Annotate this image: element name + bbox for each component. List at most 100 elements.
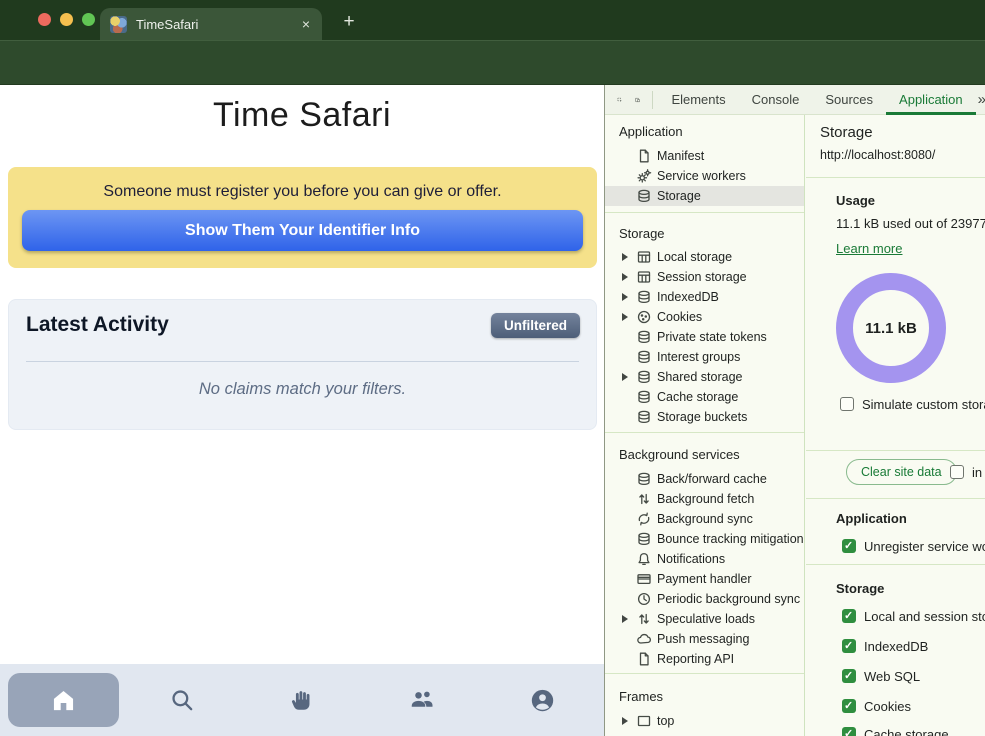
empty-claims-message: No claims match your filters.: [9, 380, 596, 399]
tab-console[interactable]: Console: [739, 85, 813, 115]
sidebar-item-bounce-tracking[interactable]: Bounce tracking mitigation: [605, 529, 805, 549]
checkbox-checked[interactable]: [842, 609, 856, 623]
sidebar-item-manifest[interactable]: Manifest: [605, 146, 805, 166]
sidebar-item-background-fetch[interactable]: Background fetch: [605, 489, 805, 509]
sidebar-item-service-workers[interactable]: Service workers: [605, 166, 805, 186]
tab-elements[interactable]: Elements: [658, 85, 738, 115]
page-title: Time Safari: [0, 96, 604, 135]
cookie-icon: [636, 309, 652, 325]
checkbox-checked[interactable]: [842, 669, 856, 683]
zoom-window-button[interactable]: [82, 13, 95, 26]
expand-caret-icon[interactable]: [622, 373, 628, 381]
sidebar-item-back-forward-cache[interactable]: Back/forward cache: [605, 469, 805, 489]
panel-divider: [806, 177, 985, 178]
expand-caret-icon[interactable]: [622, 313, 628, 321]
expand-caret-icon[interactable]: [622, 253, 628, 261]
unregister-service-workers-option[interactable]: Unregister service wor: [842, 538, 985, 554]
checkbox-unchecked[interactable]: [950, 465, 964, 479]
table-icon: [636, 249, 652, 265]
tab-sources[interactable]: Sources: [812, 85, 886, 115]
browser-toolbar: localhost:8080: [0, 40, 985, 85]
sidebar-item-session-storage[interactable]: Session storage: [605, 267, 805, 287]
sidebar-item-storage-buckets[interactable]: Storage buckets: [605, 407, 805, 427]
sidebar-item-private-state-tokens[interactable]: Private state tokens: [605, 327, 805, 347]
expand-caret-icon[interactable]: [622, 717, 628, 725]
storage-option-local-session[interactable]: Local and session stora: [842, 608, 985, 624]
checkbox-checked[interactable]: [842, 699, 856, 713]
expand-caret-icon[interactable]: [622, 273, 628, 281]
section-frames[interactable]: Frames: [619, 689, 663, 704]
storage-option-cache-storage[interactable]: Cache storage: [842, 726, 949, 736]
sidebar-item-push-messaging[interactable]: Push messaging: [605, 629, 805, 649]
nav-offers-button[interactable]: [288, 686, 316, 714]
nav-contacts-button[interactable]: [408, 686, 436, 714]
hand-icon: [289, 687, 315, 713]
more-tabs-icon[interactable]: »: [978, 91, 985, 108]
including-cookies-option[interactable]: in: [950, 464, 982, 480]
browser-tab[interactable]: TimeSafari ×: [100, 8, 322, 40]
checkbox-checked[interactable]: [842, 727, 856, 736]
show-identifier-info-button[interactable]: Show Them Your Identifier Info: [22, 210, 583, 251]
home-icon: [50, 687, 77, 714]
latest-activity-heading: Latest Activity: [26, 313, 169, 337]
sidebar-item-local-storage[interactable]: Local storage: [605, 247, 805, 267]
nav-profile-button[interactable]: [528, 686, 556, 714]
storage-option-indexeddb[interactable]: IndexedDB: [842, 638, 928, 654]
sidebar-item-payment-handler[interactable]: Payment handler: [605, 569, 805, 589]
usage-donut-label: 11.1 kB: [853, 290, 929, 366]
storage-view: Storage http://localhost:8080/ Usage 11.…: [806, 115, 985, 736]
sidebar-item-cookies[interactable]: Cookies: [605, 307, 805, 327]
close-window-button[interactable]: [38, 13, 51, 26]
unfiltered-button[interactable]: Unfiltered: [491, 313, 580, 338]
storage-origin: http://localhost:8080/: [820, 148, 935, 162]
people-icon: [408, 686, 436, 714]
checkbox-checked[interactable]: [842, 639, 856, 653]
tab-close-icon[interactable]: ×: [300, 16, 312, 32]
section-background-services[interactable]: Background services: [619, 447, 740, 462]
storage-option-cookies[interactable]: Cookies: [842, 698, 911, 714]
clear-site-data-button[interactable]: Clear site data: [846, 459, 957, 485]
sidebar-item-reporting-api[interactable]: Reporting API: [605, 649, 805, 669]
sidebar-item-indexeddb[interactable]: IndexedDB: [605, 287, 805, 307]
sidebar-item-shared-storage[interactable]: Shared storage: [605, 367, 805, 387]
minimize-window-button[interactable]: [60, 13, 73, 26]
sidebar-item-cache-storage[interactable]: Cache storage: [605, 387, 805, 407]
section-storage[interactable]: Storage: [619, 226, 665, 241]
latest-activity-card: Latest Activity Unfiltered No claims mat…: [8, 299, 597, 430]
sidebar-item-background-sync[interactable]: Background sync: [605, 509, 805, 529]
new-tab-button[interactable]: +: [334, 8, 364, 36]
database-icon: [636, 329, 652, 345]
database-icon: [636, 409, 652, 425]
nav-search-button[interactable]: [168, 686, 196, 714]
sidebar-item-periodic-background-sync[interactable]: Periodic background sync: [605, 589, 805, 609]
up-down-arrows-icon: [636, 611, 652, 627]
clock-icon: [636, 591, 652, 607]
nav-home-button[interactable]: [8, 673, 119, 727]
sidebar-item-speculative-loads[interactable]: Speculative loads: [605, 609, 805, 629]
sidebar-item-top-frame[interactable]: top: [605, 711, 805, 731]
application-heading: Application: [836, 511, 907, 526]
checkbox-unchecked[interactable]: [840, 397, 854, 411]
section-application[interactable]: Application: [619, 124, 683, 139]
sidebar-item-storage[interactable]: Storage: [605, 186, 805, 206]
payment-card-icon: [636, 571, 652, 587]
usage-donut-chart: 11.1 kB: [836, 273, 946, 383]
panel-divider: [806, 450, 985, 451]
learn-more-link[interactable]: Learn more: [836, 241, 902, 256]
sidebar-item-interest-groups[interactable]: Interest groups: [605, 347, 805, 367]
database-icon: [636, 531, 652, 547]
tab-application[interactable]: Application: [886, 85, 976, 115]
simulate-quota-option[interactable]: Simulate custom stora: [840, 396, 985, 412]
database-icon: [636, 369, 652, 385]
usage-text: 11.1 kB used out of 239779: [836, 216, 985, 231]
database-icon: [636, 471, 652, 487]
storage-option-websql[interactable]: Web SQL: [842, 668, 920, 684]
expand-caret-icon[interactable]: [622, 615, 628, 623]
database-icon: [636, 389, 652, 405]
checkbox-checked[interactable]: [842, 539, 856, 553]
inspect-element-icon[interactable]: [617, 92, 623, 108]
expand-caret-icon[interactable]: [622, 293, 628, 301]
sync-icon: [636, 511, 652, 527]
device-toolbar-icon[interactable]: [635, 92, 641, 108]
sidebar-item-notifications[interactable]: Notifications: [605, 549, 805, 569]
